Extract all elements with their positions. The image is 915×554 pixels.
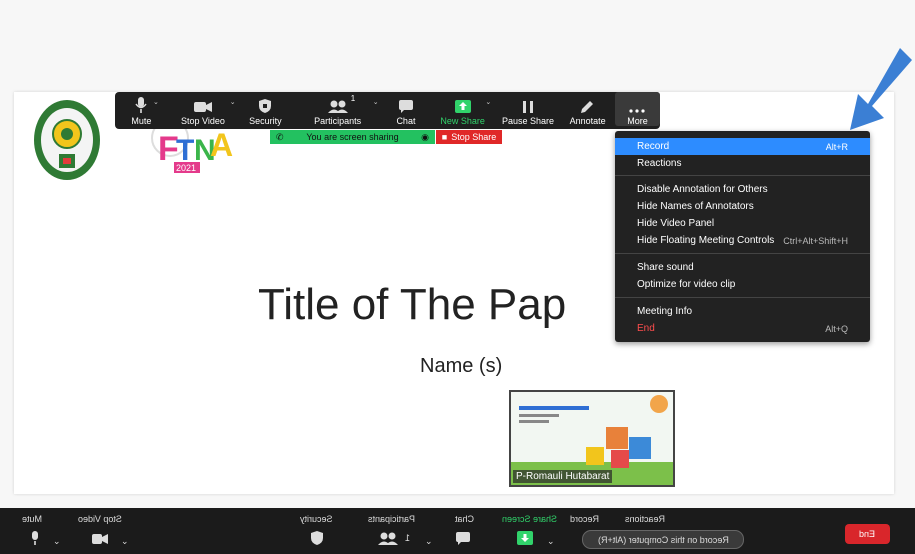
slide-title: Title of The Pap bbox=[258, 280, 567, 329]
bottom-participants-label[interactable]: Participants bbox=[368, 514, 415, 524]
participant-video-tile[interactable]: P-Romauli Hutabarat bbox=[509, 390, 675, 487]
menu-item-disable-annotation[interactable]: Disable Annotation for Others bbox=[615, 181, 870, 198]
menu-item-hide-annotator-names[interactable]: Hide Names of Annotators bbox=[615, 198, 870, 215]
stop-share-button[interactable]: ■ Stop Share bbox=[436, 130, 502, 144]
chevron-down-icon[interactable]: ⌄ bbox=[425, 536, 433, 547]
more-button[interactable]: More bbox=[614, 92, 660, 126]
new-share-button[interactable]: New Share ⌄ bbox=[429, 92, 495, 126]
microphone-icon bbox=[135, 97, 148, 113]
menu-item-optimize-video[interactable]: Optimize for video clip bbox=[615, 276, 870, 293]
menu-item-hide-floating-controls[interactable]: Hide Floating Meeting Controls Ctrl+Alt+S… bbox=[615, 232, 870, 249]
annotate-button[interactable]: Annotate bbox=[560, 92, 615, 126]
menu-separator bbox=[615, 297, 870, 298]
bottom-reactions-label[interactable]: Reactions bbox=[625, 514, 665, 524]
menu-item-reactions[interactable]: Reactions bbox=[615, 155, 870, 172]
shield-icon bbox=[259, 99, 272, 113]
chat-icon[interactable] bbox=[456, 532, 470, 545]
participants-count: 1 bbox=[350, 94, 356, 103]
shield-check-icon: ◉ bbox=[421, 131, 429, 142]
university-logo bbox=[34, 100, 100, 180]
participant-name: P-Romauli Hutabarat bbox=[513, 470, 613, 483]
menu-separator bbox=[615, 175, 870, 176]
menu-item-meeting-info[interactable]: Meeting Info bbox=[615, 303, 870, 320]
chevron-down-icon[interactable]: ⌄ bbox=[53, 536, 61, 547]
microphone-icon[interactable] bbox=[30, 531, 40, 545]
chat-icon bbox=[398, 100, 413, 113]
chevron-down-icon[interactable]: ⌄ bbox=[230, 98, 236, 106]
mute-button[interactable]: Mute ⌄ bbox=[115, 92, 168, 126]
menu-separator bbox=[615, 253, 870, 254]
pause-share-button[interactable]: Pause Share bbox=[496, 92, 560, 126]
stop-video-button[interactable]: Stop Video ⌄ bbox=[168, 92, 238, 126]
shield-icon[interactable] bbox=[311, 531, 323, 545]
menu-item-record[interactable]: Record Alt+R bbox=[615, 138, 870, 155]
security-button[interactable]: Security bbox=[238, 92, 293, 126]
pause-icon bbox=[523, 101, 534, 113]
phone-icon: ✆ bbox=[276, 131, 284, 142]
bottom-mute-label[interactable]: Mute bbox=[22, 514, 42, 524]
pointer-arrow-icon bbox=[850, 48, 912, 130]
stop-icon: ■ bbox=[441, 132, 448, 142]
slide-subtitle: Name (s) bbox=[420, 355, 503, 377]
participants-button[interactable]: Participants 1 ⌄ bbox=[293, 92, 383, 126]
pencil-icon bbox=[581, 101, 594, 113]
chevron-down-icon[interactable]: ⌄ bbox=[373, 98, 379, 106]
bottom-security-label[interactable]: Security bbox=[300, 514, 333, 524]
record-tooltip: Record on this Computer (Alt+R) bbox=[582, 530, 744, 549]
chevron-down-icon[interactable]: ⌄ bbox=[547, 536, 555, 547]
more-dots-icon bbox=[629, 109, 646, 113]
svg-text:A: A bbox=[210, 127, 233, 163]
participants-icon[interactable] bbox=[378, 532, 398, 545]
video-camera-icon bbox=[193, 102, 212, 112]
bottom-chat-label[interactable]: Chat bbox=[455, 514, 474, 524]
end-meeting-button[interactable]: End bbox=[845, 524, 890, 544]
chevron-down-icon[interactable]: ⌄ bbox=[121, 536, 129, 547]
more-dropdown-menu: Record Alt+R Reactions Disable Annotation… bbox=[615, 131, 870, 342]
chevron-down-icon[interactable]: ⌄ bbox=[153, 98, 159, 106]
menu-item-share-sound[interactable]: Share sound bbox=[615, 259, 870, 276]
share-arrow-icon bbox=[454, 100, 471, 113]
bottom-record-label[interactable]: Record bbox=[570, 514, 599, 524]
chat-button[interactable]: Chat bbox=[382, 92, 429, 126]
menu-item-hide-video-panel[interactable]: Hide Video Panel bbox=[615, 215, 870, 232]
participants-icon bbox=[327, 100, 348, 113]
meeting-toolbar: Mute ⌄ Stop Video ⌄ Security Participant… bbox=[115, 92, 660, 129]
svg-text:2021: 2021 bbox=[176, 163, 196, 173]
bottom-share-screen-label[interactable]: Share Screen bbox=[502, 514, 557, 524]
share-screen-icon[interactable] bbox=[517, 531, 533, 545]
menu-item-end[interactable]: End Alt+Q bbox=[615, 320, 870, 337]
video-camera-icon[interactable] bbox=[92, 534, 108, 544]
chevron-down-icon[interactable]: ⌄ bbox=[485, 98, 491, 106]
screen-sharing-banner: ✆ You are screen sharing ◉ bbox=[270, 130, 435, 144]
bottom-stop-video-label[interactable]: Stop Video bbox=[78, 514, 122, 524]
bottom-participants-count: 1 bbox=[405, 533, 411, 543]
